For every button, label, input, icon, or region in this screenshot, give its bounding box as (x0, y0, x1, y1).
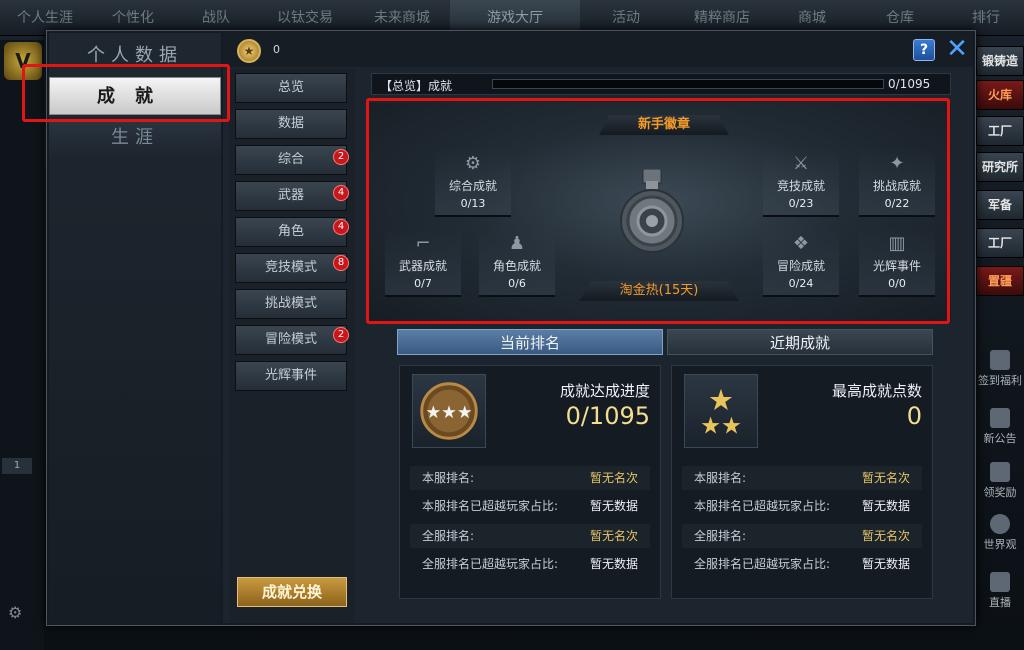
coin-value: 0 (273, 43, 280, 56)
side-item-factory[interactable]: 工厂 (976, 116, 1024, 146)
notification-badge: 8 (333, 255, 349, 271)
side-item-forge[interactable]: 锻铸造 (976, 46, 1024, 76)
row-value: 暂无名次 (862, 471, 911, 485)
category-overview[interactable]: 总览 (235, 73, 347, 103)
side-item-research[interactable]: 研究所 (976, 152, 1024, 182)
left-tab-1[interactable]: 1 (2, 458, 32, 474)
gift-icon (990, 462, 1010, 482)
side-item-live[interactable]: 直播 (976, 568, 1024, 618)
tv-icon (990, 572, 1010, 592)
side-item-world[interactable]: 世界观 (976, 510, 1024, 560)
points-ranking-panel: ★ ★★ 最高成就点数 0 本服排名: 暂无名次 本服排名已超越玩家占比: 暂无数据… (671, 365, 933, 599)
notification-badge: 2 (333, 149, 349, 165)
achievement-coin-icon: ★ (237, 39, 261, 63)
category-data[interactable]: 数据 (235, 109, 347, 139)
row-label: 全服排名已超越玩家占比: (694, 557, 831, 571)
row-value: 暂无数据 (590, 557, 639, 571)
table-row: 本服排名: 暂无名次 (410, 466, 650, 490)
table-row: 本服排名已超越玩家占比: 暂无数据 (682, 494, 922, 518)
category-list: 总览 数据 综合 2 武器 4 角色 4 竞技模式 8 挑战模式 冒险模式 2 … (229, 69, 355, 623)
overview-progress-text: 0/1095 (888, 77, 931, 91)
panel-title: 最高成就点数 (831, 382, 922, 400)
side-item-armament[interactable]: 军备 (976, 190, 1024, 220)
left-side-strip (0, 40, 44, 650)
tab-recent-achievements[interactable]: 近期成就 (667, 329, 933, 355)
signin-label: 签到福利 (978, 374, 1022, 387)
row-value: 暂无数据 (862, 557, 911, 571)
progress-track (492, 79, 884, 89)
row-label: 全服排名已超越玩家占比: (422, 557, 559, 571)
settings-gear-icon[interactable]: ⚙ (8, 604, 26, 622)
highlight-frame-achievement-tab (22, 64, 230, 122)
three-star-medal-icon: ★★★ (412, 374, 486, 448)
ranking-tabs: 当前排名 近期成就 (397, 329, 937, 355)
row-value: 暂无数据 (590, 499, 639, 513)
category-weapon[interactable]: 武器 (235, 181, 347, 211)
side-item-signin[interactable]: 签到福利 (976, 346, 1024, 396)
category-character[interactable]: 角色 (235, 217, 347, 247)
signin-icon (990, 350, 1010, 370)
row-label: 全服排名: (422, 529, 475, 543)
svg-text:★★★: ★★★ (425, 403, 472, 423)
table-row: 全服排名已超越玩家占比: 暂无数据 (682, 552, 922, 576)
overview-progress-bar: 【总览】成就 0/1095 (371, 73, 951, 95)
table-row: 全服排名已超越玩家占比: 暂无数据 (410, 552, 650, 576)
reward-label: 领奖励 (983, 486, 1017, 499)
progress-ranking-panel: ★★★ 成就达成进度 0/1095 本服排名: 暂无名次 本服排名已超越玩家占比:… (399, 365, 661, 599)
notification-badge: 4 (333, 185, 349, 201)
side-item-arsenal[interactable]: 火库 (976, 80, 1024, 110)
notification-badge: 2 (333, 327, 349, 343)
panel-value: 0 (906, 402, 922, 430)
table-row: 全服排名: 暂无名次 (682, 524, 922, 548)
row-label: 本服排名: (422, 471, 475, 485)
side-item-announcement[interactable]: 新公告 (976, 404, 1024, 454)
row-label: 本服排名已超越玩家占比: (422, 499, 559, 513)
category-general[interactable]: 综合 (235, 145, 347, 175)
row-value: 暂无数据 (862, 499, 911, 513)
table-row: 本服排名已超越玩家占比: 暂无数据 (410, 494, 650, 518)
category-adventure[interactable]: 冒险模式 (235, 325, 347, 355)
overview-label: 【总览】成就 (380, 79, 453, 93)
notification-badge: 4 (333, 219, 349, 235)
live-label: 直播 (989, 596, 1011, 609)
side-item-reward[interactable]: 领奖励 (976, 458, 1024, 508)
row-label: 本服排名: (694, 471, 747, 485)
help-button[interactable]: ? (913, 39, 935, 61)
row-value: 暂无名次 (590, 471, 639, 485)
table-row: 本服排名: 暂无名次 (682, 466, 922, 490)
achievement-exchange-button[interactable]: 成就兑换 (237, 577, 347, 607)
globe-icon (990, 514, 1010, 534)
panel-title: 成就达成进度 (559, 382, 650, 400)
svg-text:★★: ★★ (700, 411, 742, 439)
table-row: 全服排名: 暂无名次 (410, 524, 650, 548)
category-challenge[interactable]: 挑战模式 (235, 289, 347, 319)
chat-icon (990, 408, 1010, 428)
side-item-factory-2[interactable]: 工厂 (976, 228, 1024, 258)
gold-stars-icon: ★ ★★ (684, 374, 758, 448)
close-button[interactable]: ✕ (945, 36, 969, 62)
world-label: 世界观 (983, 538, 1017, 551)
category-glory-event[interactable]: 光辉事件 (235, 361, 347, 391)
tab-current-ranking[interactable]: 当前排名 (397, 329, 663, 355)
category-competitive[interactable]: 竞技模式 (235, 253, 347, 283)
row-label: 本服排名已超越玩家占比: (694, 499, 831, 513)
panel-value: 0/1095 (565, 402, 650, 430)
row-value: 暂无名次 (590, 529, 639, 543)
highlight-frame-medal-panel (366, 98, 950, 324)
row-label: 全服排名: (694, 529, 747, 543)
sidebar-item-career[interactable]: 生涯 (49, 119, 221, 157)
right-side-menu: 锻铸造 火库 工厂 研究所 军备 工厂 置疆 签到福利 新公告 领奖励 世界观 … (976, 40, 1024, 640)
panel-header: ★ 0 ? ✕ (223, 33, 973, 67)
announcement-label: 新公告 (983, 432, 1017, 445)
side-item-frontier[interactable]: 置疆 (976, 266, 1024, 296)
row-value: 暂无名次 (862, 529, 911, 543)
